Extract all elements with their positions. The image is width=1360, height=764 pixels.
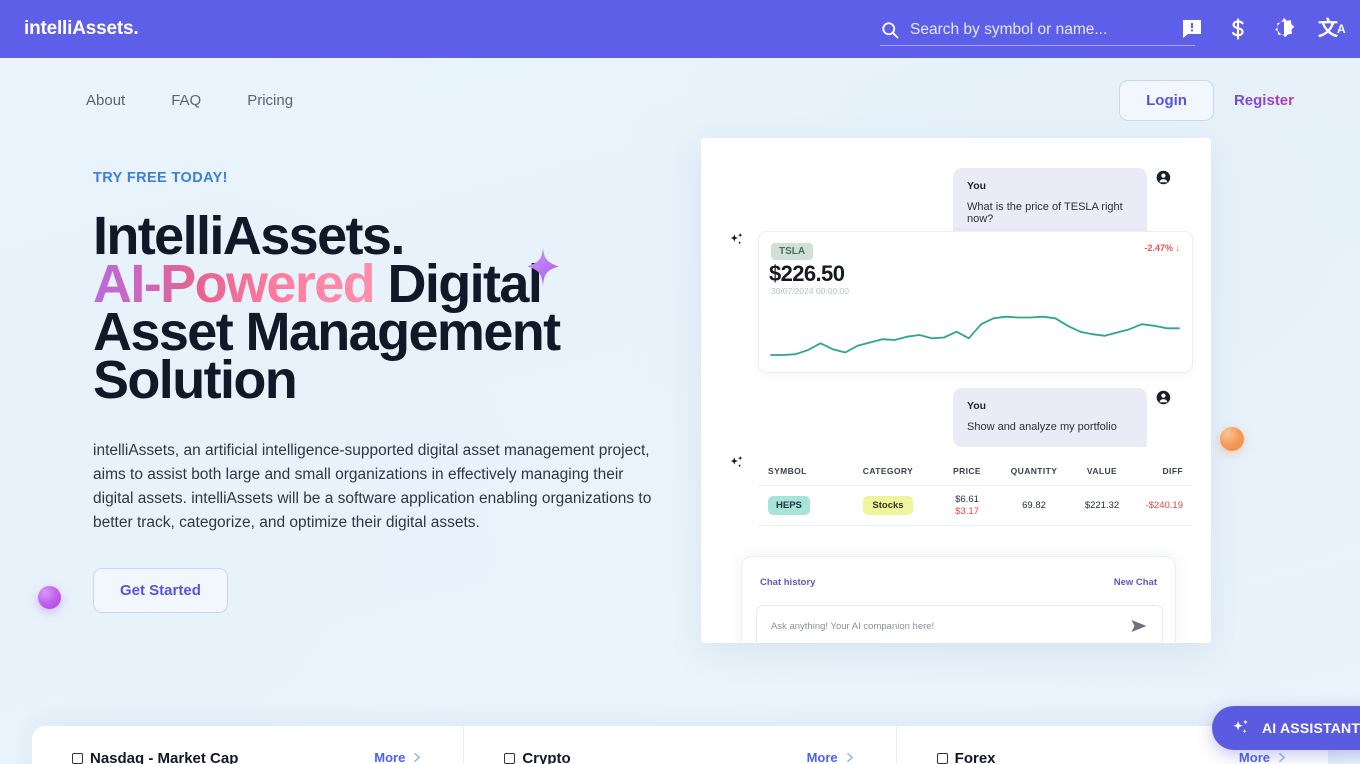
chat-history-link[interactable]: Chat history — [760, 577, 815, 588]
cell-price: $6.61 $3.17 — [936, 494, 998, 518]
new-chat-button[interactable]: New Chat — [1114, 577, 1157, 588]
chat-input[interactable] — [771, 620, 1130, 632]
stock-quote-card: TSLA $226.50 30/07/2024 00:00:00 -2.47% … — [758, 231, 1193, 373]
hero-text-block: TRY FREE TODAY! IntelliAssets. AI-Powered… — [93, 170, 693, 613]
hero-preview-card: You What is the price of TESLA right now… — [701, 138, 1211, 643]
login-button[interactable]: Login — [1119, 80, 1214, 121]
send-icon[interactable] — [1130, 617, 1148, 635]
search-bar[interactable] — [880, 14, 1195, 46]
nav-auth-actions: Login Register — [1119, 58, 1296, 143]
stock-symbol-badge: TSLA — [771, 243, 814, 260]
table-header-row: SYMBOL CATEGORY PRICE QUANTITY VALUE DIF… — [758, 456, 1193, 486]
page-title: IntelliAssets. AI-Powered Digital Asset M… — [93, 209, 653, 407]
feedback-icon[interactable] — [1180, 17, 1204, 41]
stock-sparkline-chart — [770, 315, 1180, 356]
portfolio-table: SYMBOL CATEGORY PRICE QUANTITY VALUE DIF… — [758, 456, 1193, 526]
avatar-icon — [1156, 390, 1171, 405]
price-secondary: $3.17 — [955, 505, 979, 517]
table-row[interactable]: HEPS Stocks $6.61 $3.17 69.82 $221.32 -$… — [758, 486, 1193, 526]
chat-author: You — [967, 400, 987, 412]
column-header-value: VALUE — [1086, 465, 1118, 476]
sparkles-icon — [1233, 719, 1248, 733]
market-title-text: Forex — [954, 750, 996, 764]
chat-input-wrapper[interactable] — [756, 605, 1163, 643]
ai-assistant-label: AI ASSISTANT! — [1262, 720, 1360, 736]
chevron-right-icon — [1279, 753, 1286, 762]
market-column-title: Forex — [936, 750, 996, 764]
decorative-orb-purple — [38, 586, 61, 609]
chat-author: You — [967, 180, 987, 192]
more-label: More — [374, 750, 406, 764]
column-header-diff: DIFF — [1162, 465, 1183, 476]
search-icon — [882, 21, 899, 38]
theme-contrast-icon[interactable] — [1272, 17, 1296, 41]
register-button[interactable]: Register — [1232, 88, 1296, 113]
column-header-symbol: SYMBOL — [768, 465, 807, 476]
chat-bubble: You Show and analyze my portfolio — [953, 388, 1148, 447]
nav-link-about[interactable]: About — [86, 92, 125, 109]
brand-logo[interactable]: intelliAssets. — [24, 18, 139, 40]
nav-link-faq[interactable]: FAQ — [171, 92, 201, 109]
column-header-quantity: QUANTITY — [1010, 465, 1058, 476]
square-icon — [936, 753, 948, 764]
stock-timestamp: 30/07/2024 00:00:00 — [771, 286, 849, 296]
cell-category: Stocks — [840, 496, 936, 515]
column-header-price: PRICE — [953, 465, 981, 476]
decorative-orb-orange — [1220, 427, 1244, 451]
market-column-nasdaq: Nasdaq - Market Cap More — [32, 726, 463, 764]
market-column-title: Nasdaq - Market Cap — [72, 750, 238, 764]
secondary-nav: About FAQ Pricing Login Register — [0, 58, 1360, 143]
ai-sparkles-icon — [730, 233, 743, 245]
more-link-crypto[interactable]: More — [807, 750, 856, 764]
market-column-title: Crypto — [504, 750, 571, 764]
square-icon — [504, 753, 516, 764]
cell-symbol: HEPS — [758, 496, 840, 515]
cell-diff: -$240.19 — [1145, 500, 1183, 511]
category-badge: Stocks — [863, 496, 913, 515]
chat-text: What is the price of TESLA right now? — [967, 201, 1123, 225]
square-icon — [72, 753, 83, 764]
ai-assistant-button[interactable]: AI ASSISTANT! — [1212, 706, 1360, 750]
top-bar-icons: 文A — [1180, 0, 1352, 58]
market-title-text: Crypto — [522, 750, 571, 764]
top-bar: intelliAssets. 文A — [0, 0, 1360, 58]
avatar-icon — [1156, 170, 1171, 185]
chat-bubble: You What is the price of TESLA right now… — [953, 168, 1148, 239]
get-started-button[interactable]: Get Started — [93, 568, 228, 613]
page-root: intelliAssets. 文A — [0, 0, 1360, 764]
chat-message-user-2: You Show and analyze my portfolio — [953, 388, 1171, 447]
market-title-text: Nasdaq - Market Cap — [90, 750, 239, 764]
more-label: More — [806, 750, 838, 764]
more-link-nasdaq[interactable]: More — [374, 750, 423, 764]
cell-value: $221.32 — [1084, 500, 1120, 511]
more-label: More — [1238, 750, 1270, 764]
chat-composer-panel: Chat history New Chat — [741, 556, 1176, 643]
chevron-right-icon — [414, 753, 421, 762]
nav-link-pricing[interactable]: Pricing — [247, 92, 293, 109]
translate-icon[interactable]: 文A — [1318, 17, 1348, 41]
market-column-crypto: Crypto More — [463, 726, 895, 764]
chat-message-user-1: You What is the price of TESLA right now… — [953, 168, 1171, 239]
currency-dollar-icon[interactable] — [1226, 17, 1250, 41]
stock-price: $226.50 — [769, 261, 845, 286]
ai-sparkles-icon — [730, 456, 743, 468]
market-summary-panel: Nasdaq - Market Cap More Crypto More For… — [32, 726, 1328, 764]
nav-links: About FAQ Pricing — [86, 92, 293, 109]
chevron-right-icon — [846, 753, 853, 762]
cell-quantity: 69.82 — [1022, 500, 1046, 511]
chat-text: Show and analyze my portfolio — [967, 421, 1117, 433]
search-input[interactable] — [910, 16, 1195, 43]
price-primary: $6.61 — [955, 493, 979, 505]
sparkle-icon — [527, 248, 559, 286]
hero-description: intelliAssets, an artificial intelligenc… — [93, 442, 652, 531]
column-header-category: CATEGORY — [862, 465, 914, 476]
stock-change-badge: -2.47% ↓ — [1144, 243, 1180, 253]
chat-panel-header: Chat history New Chat — [742, 577, 1175, 588]
more-link-forex[interactable]: More — [1239, 750, 1288, 764]
symbol-badge: HEPS — [768, 496, 810, 515]
hero-eyebrow: TRY FREE TODAY! — [93, 170, 228, 186]
